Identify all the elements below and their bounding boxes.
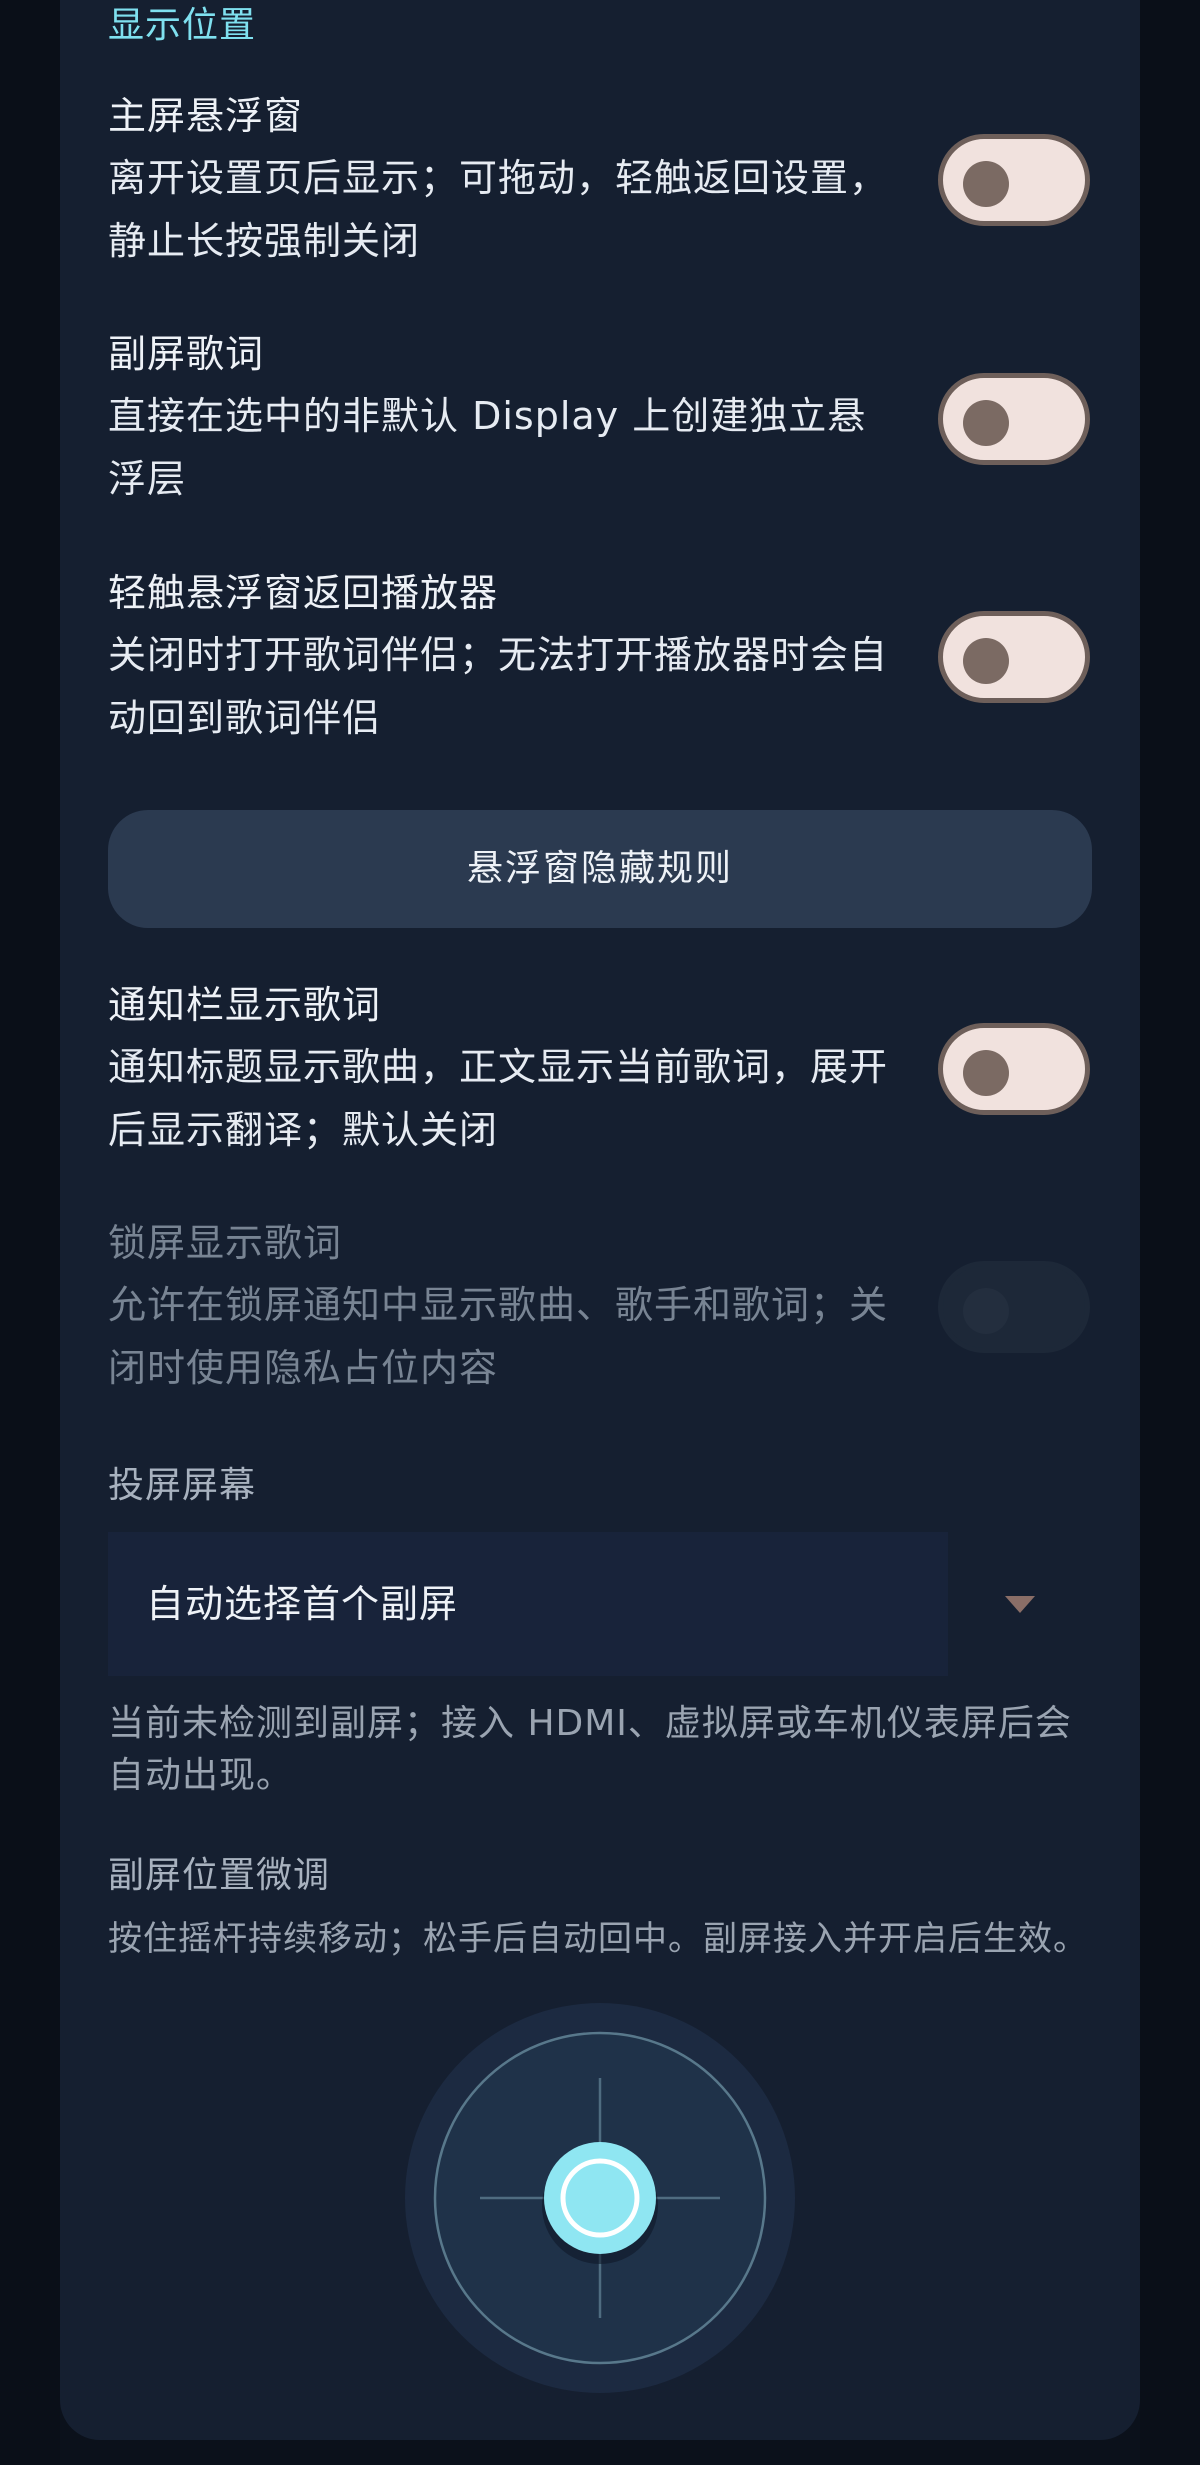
- toggle-knob: [963, 1050, 1009, 1096]
- home-floating-window-toggle[interactable]: [938, 134, 1090, 226]
- setting-description: 关闭时打开歌词伴侣；无法打开播放器时会自动回到歌词伴侣: [108, 633, 889, 740]
- chevron-down-icon[interactable]: [1005, 1596, 1035, 1613]
- screen-edge-right: [1140, 0, 1200, 2465]
- section-header: 显示位置: [108, 5, 257, 46]
- setting-title: 主屏悬浮窗: [108, 94, 304, 138]
- setting-description: 允许在锁屏通知中显示歌曲、歌手和歌词；关闭时使用隐私占位内容: [108, 1283, 889, 1390]
- screen-edge-left: [0, 0, 60, 2465]
- fine-tune-label: 副屏位置微调: [108, 1855, 331, 1896]
- toggle-knob: [963, 161, 1009, 207]
- setting-description: 直接在选中的非默认 Display 上创建独立悬浮层: [108, 394, 867, 501]
- cast-screen-selected-value: 自动选择首个副屏: [146, 1582, 459, 1626]
- fine-tune-helper: 按住摇杆持续移动；松手后自动回中。副屏接入并开启后生效。: [108, 1919, 1088, 1959]
- tap-return-player-toggle[interactable]: [938, 611, 1090, 703]
- joystick-icon[interactable]: [405, 2003, 795, 2393]
- notification-lyrics-toggle[interactable]: [938, 1023, 1090, 1115]
- secondary-screen-lyrics-toggle[interactable]: [938, 373, 1090, 465]
- toggle-knob: [963, 1288, 1009, 1334]
- setting-title: 副屏歌词: [108, 332, 265, 376]
- toggle-knob: [963, 400, 1009, 446]
- cast-screen-dropdown[interactable]: 自动选择首个副屏: [108, 1532, 948, 1676]
- setting-title: 通知栏显示歌词: [108, 983, 382, 1027]
- setting-description: 离开设置页后显示；可拖动，轻触返回设置，静止长按强制关闭: [108, 156, 889, 263]
- setting-title: 轻触悬浮窗返回播放器: [108, 571, 499, 615]
- setting-description: 通知标题显示歌曲，正文显示当前歌词，展开后显示翻译；默认关闭: [108, 1045, 889, 1152]
- setting-title: 锁屏显示歌词: [108, 1221, 343, 1265]
- cast-screen-helper: 当前未检测到副屏；接入 HDMI、虚拟屏或车机仪表屏后会自动出现。: [108, 1703, 1072, 1796]
- cast-screen-label: 投屏屏幕: [108, 1465, 257, 1506]
- lockscreen-lyrics-toggle: [938, 1261, 1090, 1353]
- hide-rules-button[interactable]: 悬浮窗隐藏规则: [108, 810, 1092, 928]
- toggle-knob: [963, 638, 1009, 684]
